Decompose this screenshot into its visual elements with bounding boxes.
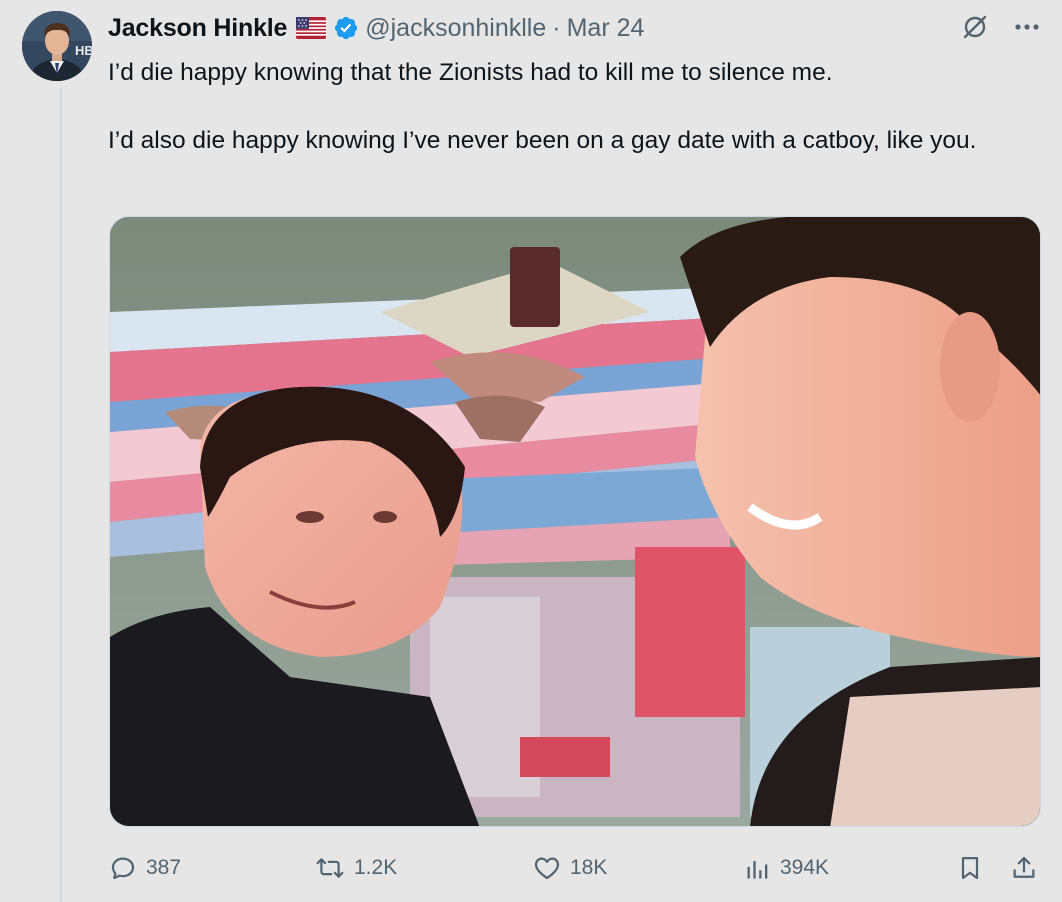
tweet-top-actions [960,12,1040,42]
tweet-text: I’d die happy knowing that the Zionists … [108,56,1038,158]
share-button[interactable] [1010,848,1046,888]
thread-line [60,88,62,902]
tweet-paragraph: I’d die happy knowing that the Zionists … [108,59,833,86]
avatar[interactable]: HB [22,11,92,81]
like-button[interactable]: 18K [532,848,607,888]
views-icon [747,861,768,879]
grok-icon[interactable] [960,12,990,42]
reply-button[interactable]: 387 [108,848,181,888]
more-icon[interactable] [1014,23,1040,31]
reply-count: 387 [146,856,182,879]
verified-badge-icon[interactable] [333,15,359,41]
author-name[interactable]: Jackson Hinkle [108,14,287,43]
reply-icon [111,857,135,880]
tweet-actions: 387 1.2K 18K 394K [108,848,1040,888]
tweet-header: Jackson Hinkle @jacksonhinklle · Mar 24 [108,12,1038,44]
views-button[interactable]: 394K [744,848,829,888]
tweet-paragraph: I’d also die happy knowing I’ve never be… [108,127,977,154]
tweet-date[interactable]: Mar 24 [567,14,645,43]
repost-icon [316,858,344,878]
bookmark-button[interactable] [956,848,992,888]
header-separator: · [552,13,561,42]
us-flag-icon [296,17,327,39]
like-count: 18K [570,856,608,879]
repost-count: 1.2K [354,856,398,879]
repost-button[interactable]: 1.2K [314,848,397,888]
like-icon [534,857,560,880]
avatar-watermark: HB [75,43,92,58]
share-icon [1013,856,1035,878]
author-handle[interactable]: @jacksonhinklle [365,14,546,43]
bookmark-icon [961,856,979,880]
views-count: 394K [780,856,830,879]
tweet-media-image[interactable] [109,216,1041,827]
